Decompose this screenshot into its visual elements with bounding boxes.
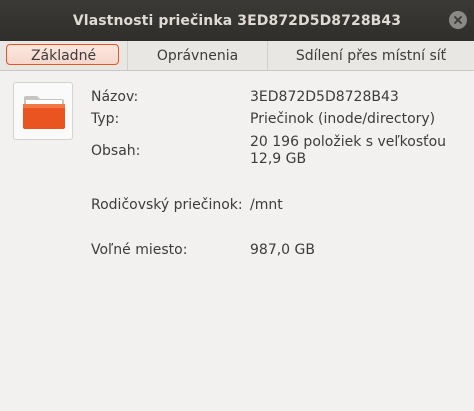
type-label: Typ: bbox=[91, 111, 120, 127]
close-button[interactable] bbox=[449, 11, 467, 29]
contents-value-line1[interactable]: 20 196 položiek s veľkosťou bbox=[250, 134, 465, 151]
parent-folder-value[interactable]: /mnt bbox=[250, 197, 465, 214]
tab-permissions-label: Oprávnenia bbox=[156, 47, 239, 64]
folder-icon bbox=[13, 82, 73, 140]
type-value[interactable]: Priečinok (inode/directory) bbox=[250, 111, 465, 128]
properties-dialog: Vlastnosti priečinka 3ED872D5D8728B43 Zá… bbox=[0, 0, 474, 411]
contents-value-line2[interactable]: 12,9 GB bbox=[250, 151, 465, 168]
name-value[interactable]: 3ED872D5D8728B43 bbox=[250, 89, 465, 106]
close-icon bbox=[454, 16, 462, 24]
title-bar[interactable]: Vlastnosti priečinka 3ED872D5D8728B43 bbox=[0, 0, 474, 41]
tab-bar: Základné Oprávnenia Sdílení přes místní … bbox=[0, 41, 474, 71]
window-title: Vlastnosti priečinka 3ED872D5D8728B43 bbox=[72, 12, 402, 29]
parent-folder-label: Rodičovský priečinok: bbox=[91, 197, 243, 213]
name-label: Názov: bbox=[91, 89, 139, 105]
tab-basic[interactable]: Základné bbox=[0, 41, 127, 70]
free-space-value[interactable]: 987,0 GB bbox=[250, 242, 465, 259]
contents-label: Obsah: bbox=[91, 143, 141, 159]
tab-basic-label: Základné bbox=[30, 47, 97, 64]
tab-local-network-share-label: Sdílení přes místní síť bbox=[295, 47, 447, 64]
tab-permissions[interactable]: Oprávnenia bbox=[127, 41, 267, 70]
tab-local-network-share[interactable]: Sdílení přes místní síť bbox=[267, 41, 474, 70]
free-space-label: Voľné miesto: bbox=[91, 242, 188, 258]
